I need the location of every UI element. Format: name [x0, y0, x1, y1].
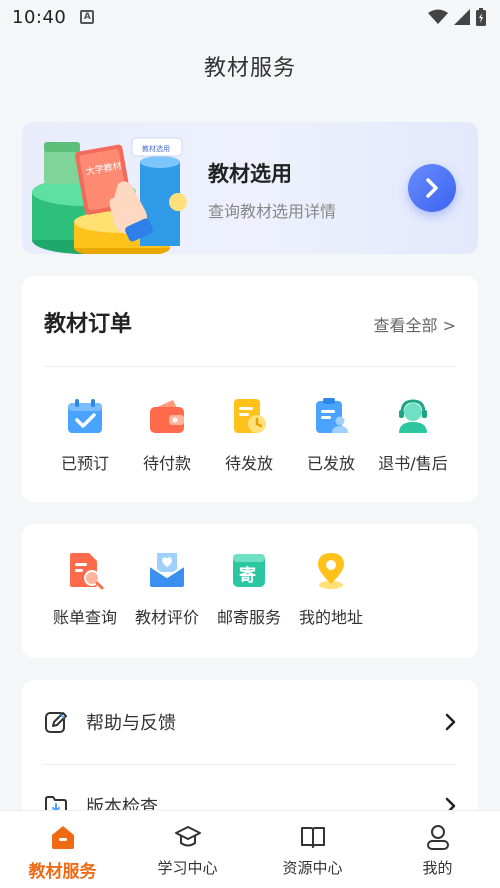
nav-tab-textbook-service[interactable]: 教材服务 — [0, 811, 125, 888]
service-label: 账单查询 — [52, 608, 117, 627]
help-feedback-label: 帮助与反馈 — [86, 713, 176, 734]
home-icon — [51, 826, 74, 849]
order-status-row: 已预订 待付款 待发放 已发放 退书/售后 — [22, 396, 478, 474]
page-title: 教材服务 — [203, 56, 296, 81]
services-row: 账单查询 教材评价 寄 邮寄服务 我的地址 — [22, 550, 478, 628]
notification-icon: A — [80, 10, 95, 24]
battery-icon — [476, 8, 486, 26]
location-pin-icon — [318, 553, 344, 589]
graduation-cap-icon — [174, 826, 201, 847]
divider — [44, 366, 456, 367]
order-status-label: 退书/售后 — [378, 454, 448, 473]
document-person-icon — [316, 398, 348, 433]
nav-tab-resource-center[interactable]: 资源中心 — [250, 811, 375, 888]
mail-box-icon: 寄 — [233, 554, 265, 587]
user-icon — [426, 825, 449, 850]
nav-label: 学习中心 — [157, 859, 218, 877]
bill-search-icon — [70, 553, 104, 590]
nav-tab-mine[interactable]: 我的 — [375, 811, 500, 888]
open-book-icon — [300, 827, 325, 848]
service-label: 邮寄服务 — [216, 608, 281, 627]
help-feedback-row[interactable]: 帮助与反馈 — [22, 680, 478, 764]
service-bill-query[interactable]: 账单查询 — [44, 550, 126, 628]
wifi-icon — [428, 9, 448, 24]
nav-label: 资源中心 — [282, 859, 343, 877]
status-time: 10:40 — [12, 6, 67, 28]
status-icons — [428, 8, 486, 26]
order-status-label: 已预订 — [60, 454, 109, 473]
calendar-check-icon — [68, 399, 102, 433]
document-clock-icon — [234, 399, 266, 433]
service-mailing[interactable]: 寄 邮寄服务 — [208, 550, 290, 628]
headset-agent-icon — [399, 399, 427, 433]
service-my-address[interactable]: 我的地址 — [290, 550, 372, 628]
chevron-right-icon — [426, 178, 438, 198]
banner-subtitle: 查询教材选用详情 — [208, 202, 337, 221]
order-status-pending-issue[interactable]: 待发放 — [208, 396, 290, 474]
heart-envelope-icon — [149, 553, 185, 587]
order-status-refund[interactable]: 退书/售后 — [372, 396, 454, 474]
signal-icon — [454, 9, 470, 25]
view-all-orders-link[interactable]: 查看全部 > — [374, 312, 457, 336]
order-status-label: 已发放 — [306, 454, 355, 473]
order-status-reserved[interactable]: 已预订 — [44, 396, 126, 474]
order-status-label: 待付款 — [142, 454, 191, 473]
order-status-issued[interactable]: 已发放 — [290, 396, 372, 474]
order-status-unpaid[interactable]: 待付款 — [126, 396, 208, 474]
nav-label: 我的 — [422, 859, 453, 877]
nav-tab-learning-center[interactable]: 学习中心 — [125, 811, 250, 888]
status-bar: 10:40 A — [0, 0, 500, 34]
edit-feedback-icon — [45, 712, 67, 733]
wallet-icon — [150, 400, 184, 433]
service-textbook-review[interactable]: 教材评价 — [126, 550, 208, 628]
services-card: 账单查询 教材评价 寄 邮寄服务 我的地址 — [22, 524, 478, 658]
service-label: 我的地址 — [298, 608, 363, 627]
orders-title: 教材订单 — [44, 312, 133, 337]
order-status-label: 待发放 — [224, 454, 273, 473]
service-label: 教材评价 — [134, 608, 199, 627]
textbook-selection-banner[interactable]: 教材选用 大学教材 教材选用 查询教材选用详情 — [22, 122, 478, 254]
textbook-illustration: 教材选用 大学教材 — [32, 137, 187, 254]
bottom-navigation: 教材服务 学习中心 资源中心 我的 — [0, 810, 500, 888]
mail-glyph: 寄 — [239, 565, 256, 586]
textbook-orders-card: 教材订单 查看全部 > 已预订 待付款 待发放 已发放 退书/售后 — [22, 276, 478, 502]
art-tag-text: 教材选用 — [142, 144, 170, 153]
banner-title: 教材选用 — [208, 162, 292, 186]
nav-label: 教材服务 — [28, 862, 97, 882]
chevron-right-icon — [445, 713, 456, 731]
banner-arrow-button[interactable] — [408, 164, 456, 212]
